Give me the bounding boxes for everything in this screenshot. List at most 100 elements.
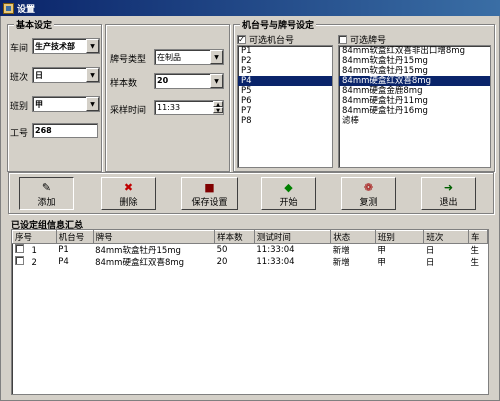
chevron-down-icon[interactable]: ▼	[210, 50, 223, 64]
row-number-cell: 1	[13, 244, 57, 256]
list-item[interactable]: 84mm硬盒红双喜8mg	[339, 76, 490, 86]
settings-app-icon	[3, 2, 14, 14]
start-label: 开始	[279, 198, 298, 208]
list-item[interactable]: 84mm软盒牡丹15mg	[339, 56, 490, 66]
brand-type-label: 牌号类型	[110, 55, 147, 65]
time-cell: 11:33:04	[256, 245, 295, 255]
summary-table: 序号 机台号 牌号 样本数 测试时间 状态 班别 班次 车 1 P1 84mm软…	[12, 230, 488, 268]
start-button[interactable]: ◆ 开始	[261, 177, 316, 210]
machines-listbox[interactable]: P1 P2 P3 P4 P5 P6 P7 P8	[237, 45, 333, 168]
list-item[interactable]: P5	[238, 86, 332, 96]
brand-cell: 84mm硬盒红双喜8mg	[95, 258, 185, 268]
list-item[interactable]: P4	[238, 76, 332, 86]
checkbox-icon[interactable]: ✓	[237, 35, 246, 44]
time-cell: 11:33:04	[256, 257, 295, 267]
shift-cell: 日	[425, 258, 435, 268]
summary-grid[interactable]: 序号 机台号 牌号 样本数 测试时间 状态 班别 班次 车 1 P1 84mm软…	[11, 229, 489, 395]
empid-label: 工号	[10, 129, 29, 139]
workshop-value: 生产技术部	[35, 42, 75, 51]
table-row[interactable]: 2 P4 84mm硬盒红双喜8mg 20 11:33:04 新增 甲 日 生	[13, 256, 488, 268]
chevron-down-icon[interactable]: ▼	[86, 97, 99, 111]
chevron-down-icon[interactable]: ▼	[86, 68, 99, 82]
team-label: 班别	[10, 102, 29, 112]
save-disk-icon: ■	[204, 181, 215, 194]
save-label: 保存设置	[191, 198, 228, 208]
spin-down-icon[interactable]: ▼	[213, 107, 223, 114]
spin-buttons[interactable]: ▲ ▼	[213, 101, 223, 114]
column-header[interactable]: 样本数	[214, 230, 255, 244]
list-item[interactable]: P1	[238, 46, 332, 56]
team-cell: 甲	[377, 246, 386, 256]
list-item[interactable]: P3	[238, 66, 332, 76]
row-number: 1	[31, 246, 37, 256]
checkbox-icon[interactable]	[14, 244, 24, 253]
shift-cell: 日	[425, 246, 435, 256]
exit-door-icon: ➜	[443, 181, 454, 194]
column-header[interactable]: 牌号	[92, 230, 216, 244]
team-cell: 甲	[377, 258, 386, 268]
delete-x-icon: ✖	[123, 181, 134, 194]
chevron-down-icon[interactable]: ▼	[210, 74, 223, 88]
add-label: 添加	[37, 198, 56, 208]
list-item[interactable]: P6	[238, 96, 332, 106]
column-header[interactable]: 车	[468, 230, 488, 244]
machine-cell: P1	[58, 245, 69, 255]
basic-settings-title: 基本设定	[14, 18, 55, 31]
column-header[interactable]: 测试时间	[253, 230, 332, 244]
list-item[interactable]: 84mm硬盒牡丹16mg	[339, 106, 490, 116]
brand-settings-group: 牌号类型 在制品 ▼ 样本数 20 ▼ 采样时间 11:33 ▲ ▼	[105, 24, 230, 172]
add-button[interactable]: ✎ 添加	[19, 177, 74, 210]
list-item[interactable]: 84mm软盒牡丹15mg	[339, 66, 490, 76]
delete-button[interactable]: ✖ 删除	[101, 177, 156, 210]
recheck-button[interactable]: ❁ 复测	[341, 177, 396, 210]
brand-type-select[interactable]: 在制品 ▼	[154, 49, 224, 65]
save-settings-button[interactable]: ■ 保存设置	[181, 177, 238, 210]
status-cell: 新增	[332, 246, 350, 256]
table-header-row: 序号 机台号 牌号 样本数 测试时间 状态 班别 班次 车	[12, 230, 488, 244]
column-header[interactable]: 机台号	[55, 230, 94, 244]
sample-time-picker[interactable]: 11:33 ▲ ▼	[154, 100, 224, 115]
column-header[interactable]: 班次	[423, 230, 469, 244]
column-header[interactable]: 序号	[12, 230, 57, 244]
sample-time-value: 11:33	[157, 103, 181, 112]
table-row[interactable]: 1 P1 84mm软盒牡丹15mg 50 11:33:04 新增 甲 日 生	[13, 244, 488, 256]
workshop-select[interactable]: 生产技术部 ▼	[32, 38, 100, 54]
shift-value: 日	[35, 71, 43, 80]
recheck-label: 复测	[359, 198, 378, 208]
recheck-icon: ❁	[363, 181, 374, 194]
shift-select[interactable]: 日 ▼	[32, 67, 100, 83]
empid-input[interactable]: 268	[32, 123, 98, 138]
team-select[interactable]: 甲 ▼	[32, 96, 100, 112]
list-item[interactable]: P2	[238, 56, 332, 66]
list-item[interactable]: 84mm软盒红双喜非出口增8mg	[339, 46, 490, 56]
column-header[interactable]: 状态	[330, 230, 376, 244]
pencil-icon: ✎	[41, 181, 52, 194]
exit-button[interactable]: ➜ 退出	[421, 177, 476, 210]
brands-listbox[interactable]: 84mm软盒红双喜非出口增8mg 84mm软盒牡丹15mg 84mm软盒牡丹15…	[338, 45, 491, 168]
list-item[interactable]: 84mm硬盒金鹿8mg	[339, 86, 490, 96]
delete-label: 删除	[119, 198, 138, 208]
sample-count-label: 样本数	[110, 79, 138, 89]
row-number-cell: 2	[13, 256, 57, 268]
machine-cell: P4	[58, 257, 69, 267]
title-bar: 设置	[0, 0, 500, 16]
list-item[interactable]: P7	[238, 106, 332, 116]
machine-brand-title: 机台号与牌号设定	[240, 18, 317, 31]
list-item[interactable]: P8	[238, 116, 332, 126]
sample-count-select[interactable]: 20 ▼	[154, 73, 224, 89]
samples-cell: 50	[216, 245, 228, 255]
workshop-cell: 生	[470, 246, 480, 256]
basic-settings-group: 基本设定 车间 生产技术部 ▼ 班次 日 ▼ 班别 甲 ▼ 工号 268	[7, 18, 102, 172]
brand-cell: 84mm软盒牡丹15mg	[95, 246, 181, 256]
checkbox-icon[interactable]	[14, 256, 24, 265]
list-item[interactable]: 滤棒	[339, 116, 490, 126]
samples-cell: 20	[216, 257, 228, 267]
window-body: 基本设定 车间 生产技术部 ▼ 班次 日 ▼ 班别 甲 ▼ 工号 268 牌号类…	[0, 16, 500, 401]
workshop-label: 车间	[10, 44, 29, 54]
shift-label: 班次	[10, 73, 29, 83]
exit-label: 退出	[439, 198, 458, 208]
list-item[interactable]: 84mm硬盒牡丹11mg	[339, 96, 490, 106]
checkbox-icon[interactable]	[338, 35, 347, 44]
chevron-down-icon[interactable]: ▼	[86, 39, 99, 53]
column-header[interactable]: 班别	[374, 230, 425, 244]
